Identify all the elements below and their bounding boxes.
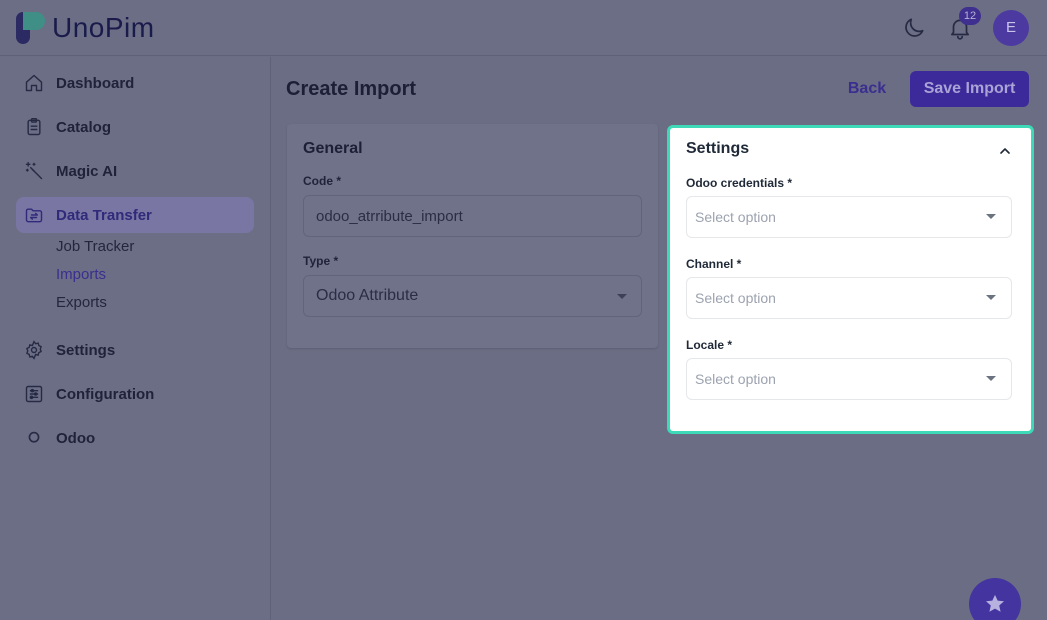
gear-icon: [24, 340, 44, 360]
odoo-credentials-label: Odoo credentials *: [686, 176, 793, 190]
sidebar-item-odoo[interactable]: Odoo: [16, 420, 254, 456]
page-title: Create Import: [286, 78, 417, 100]
chevron-up-icon[interactable]: [999, 144, 1011, 156]
star-icon: [986, 594, 1004, 612]
chevron-down-icon: [986, 295, 996, 300]
sidebar-item-label: Magic AI: [56, 162, 118, 180]
dark-mode-toggle-icon[interactable]: [901, 15, 927, 41]
chevron-down-icon: [986, 214, 996, 219]
top-bar: UnoPim 12 E: [0, 0, 1047, 56]
sidebar-item-catalog[interactable]: Catalog: [16, 109, 254, 145]
circle-icon: [24, 428, 44, 448]
select-placeholder: Select option: [695, 209, 776, 225]
sidebar-item-data-transfer[interactable]: Data Transfer: [16, 197, 254, 233]
magic-wand-icon: [24, 161, 44, 181]
magic-ai-fab[interactable]: [969, 578, 1021, 620]
select-placeholder: Select option: [695, 371, 776, 387]
home-icon: [24, 73, 44, 93]
sidebar-item-label: Settings: [56, 341, 116, 359]
sidebar-item-label: Catalog: [56, 118, 112, 136]
code-field[interactable]: odoo_atrribute_import: [303, 195, 642, 237]
save-import-button[interactable]: Save Import: [910, 71, 1029, 107]
chevron-down-icon: [986, 376, 996, 381]
type-value: Odoo Attribute: [316, 287, 419, 304]
code-value: odoo_atrribute_import: [316, 207, 463, 225]
logo-mark-icon: [16, 12, 46, 44]
notification-count-badge: 12: [959, 7, 981, 25]
sidebar-item-settings[interactable]: Settings: [16, 332, 254, 368]
code-label: Code *: [303, 174, 342, 188]
notifications-button[interactable]: 12: [947, 7, 981, 41]
brand-logo[interactable]: UnoPim: [16, 12, 155, 44]
sliders-icon: [24, 384, 44, 404]
settings-card: Settings Odoo credentials * Select optio…: [667, 125, 1034, 434]
back-button[interactable]: Back: [836, 71, 898, 107]
chevron-down-icon: [617, 294, 627, 299]
sidebar-item-configuration[interactable]: Configuration: [16, 376, 254, 412]
general-card: General Code * odoo_atrribute_import Typ…: [287, 124, 658, 348]
sidebar-item-label: Configuration: [56, 385, 155, 403]
locale-label: Locale *: [686, 338, 733, 352]
sidebar-item-dashboard[interactable]: Dashboard: [16, 65, 254, 101]
sidebar-subitem-exports[interactable]: Exports: [56, 294, 107, 311]
sidebar-item-label: Dashboard: [56, 74, 135, 92]
sidebar-item-magic-ai[interactable]: Magic AI: [16, 153, 254, 189]
channel-select[interactable]: Select option: [686, 277, 1012, 319]
type-label: Type *: [303, 254, 339, 268]
sidebar-item-label: Data Transfer: [56, 206, 152, 224]
sidebar-item-label: Odoo: [56, 429, 96, 447]
clipboard-icon: [24, 117, 44, 137]
odoo-credentials-select[interactable]: Select option: [686, 196, 1012, 238]
brand-name: UnoPim: [52, 12, 155, 43]
type-select[interactable]: Odoo Attribute: [303, 275, 642, 317]
sidebar-subitem-imports[interactable]: Imports: [56, 266, 106, 283]
channel-label: Channel *: [686, 257, 742, 271]
sidebar-subitem-job-tracker[interactable]: Job Tracker: [56, 238, 134, 255]
settings-card-title: Settings: [686, 140, 750, 157]
sidebar: Dashboard Catalog Magic AI Data Transfer…: [0, 57, 271, 620]
user-avatar[interactable]: E: [993, 10, 1029, 46]
transfer-icon: [24, 205, 44, 225]
select-placeholder: Select option: [695, 290, 776, 306]
locale-select[interactable]: Select option: [686, 358, 1012, 400]
general-card-title: General: [303, 140, 363, 157]
